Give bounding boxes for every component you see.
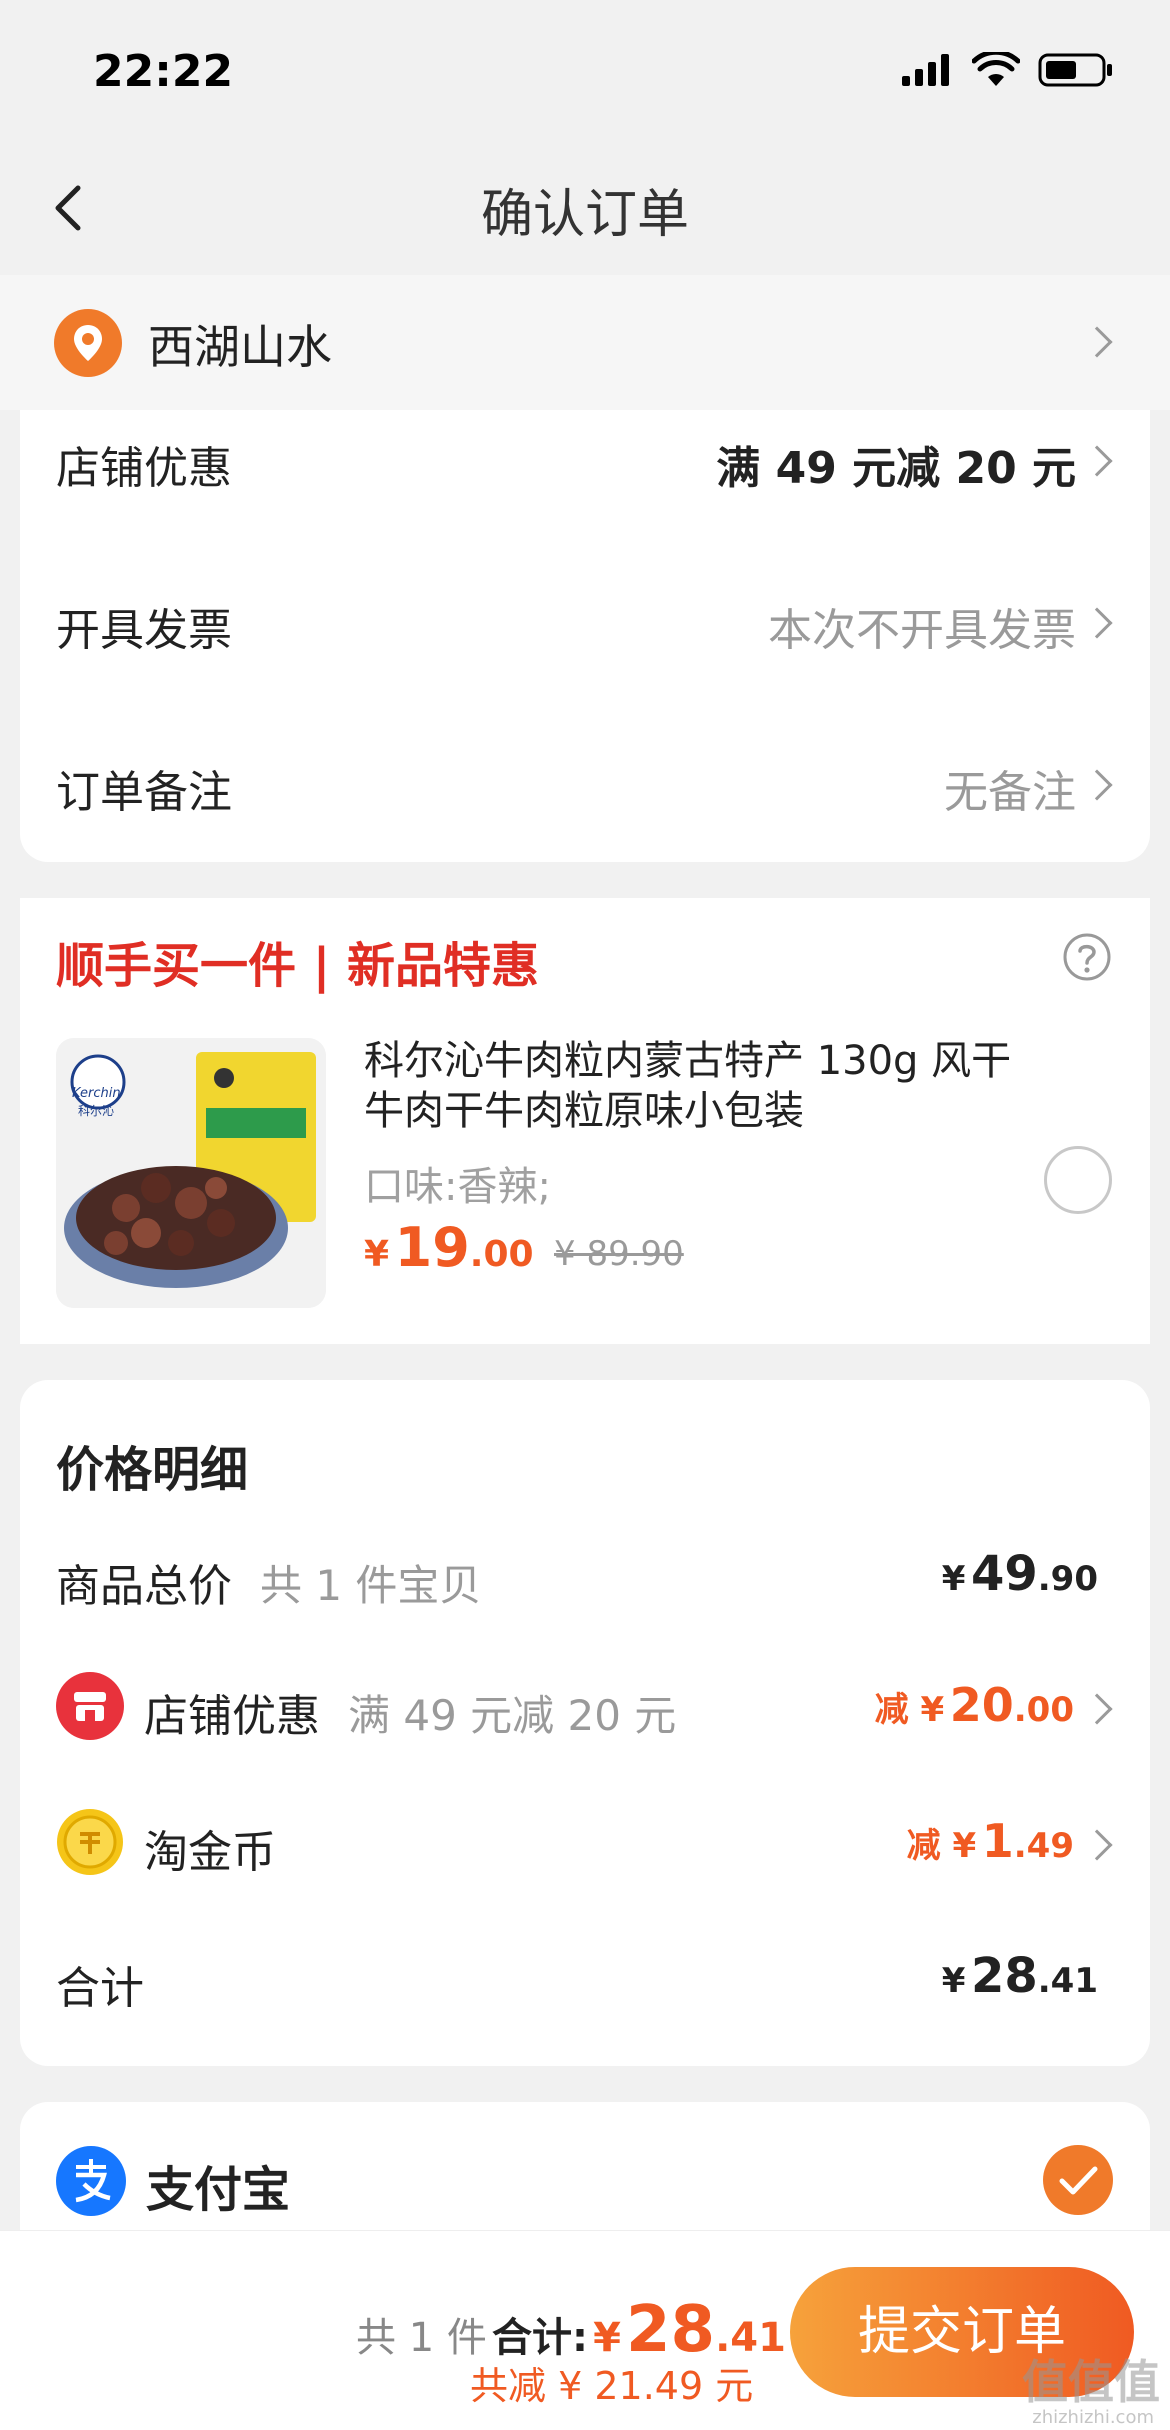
chevron-right-icon xyxy=(1081,445,1113,477)
total-row: 合计 ¥ 28.41 xyxy=(20,1948,1150,2052)
product-brand-cn: 科尔沁 xyxy=(78,1104,115,1118)
watermark-site: zhizhizhi.com xyxy=(1032,2407,1154,2428)
total-integer: 28 xyxy=(970,1948,1038,2004)
product-brand-logo: Kerchin xyxy=(72,1086,121,1101)
shop-discount-label: 店铺优惠 xyxy=(56,443,232,494)
bottom-saved: 共减 ¥ 21.49 元 xyxy=(470,2364,754,2408)
goods-integer: 49 xyxy=(970,1546,1038,1602)
goods-total-label: 商品总价 xyxy=(56,1561,232,1612)
wifi-icon xyxy=(972,52,1020,86)
goods-count: 共 1 件宝贝 xyxy=(260,1561,482,1610)
product-spec: 口味:香辣; xyxy=(364,1164,551,1210)
total-currency: ¥ xyxy=(941,1961,966,2001)
bottom-bar: 共 1 件 合计: ¥ 28.41 共减 ¥ 21.49 元 提交订单 值值值 … xyxy=(0,2230,1170,2430)
shop-discount-value: 满 49 元减 20 元 xyxy=(716,443,1076,494)
address-selector[interactable]: 西湖山水 xyxy=(0,275,1170,410)
bottom-count: 共 1 件 xyxy=(356,2315,487,2361)
taojinbi-prefix: 减 ¥ xyxy=(906,1826,977,1866)
invoice-value: 本次不开具发票 xyxy=(768,605,1076,656)
price-detail-card: 价格明细 商品总价 共 1 件宝贝 ¥ 49.90 店铺优惠 满 49 元减 2… xyxy=(20,1380,1150,2066)
shop-icon xyxy=(56,1672,124,1740)
page-title: 确认订单 xyxy=(480,185,689,245)
total-label: 合计 xyxy=(56,1963,144,2014)
address-text: 西湖山水 xyxy=(148,320,332,374)
help-icon[interactable] xyxy=(1062,932,1112,982)
shop-discount-row[interactable]: 店铺优惠 满 49 元减 20 元 xyxy=(20,410,1150,550)
alipay-icon xyxy=(56,2146,126,2216)
goods-total-amount: ¥ 49.90 xyxy=(942,1546,1098,1602)
order-note-row[interactable]: 订单备注 无备注 xyxy=(20,710,1150,862)
price-integer: 19 xyxy=(394,1216,470,1279)
taojinbi-integer: 1 xyxy=(981,1814,1014,1868)
product-old-price: ¥ 89.90 xyxy=(554,1234,684,1274)
nav-bar: 确认订单 xyxy=(0,150,1170,270)
price-detail-title: 价格明细 xyxy=(56,1442,249,1498)
addon-card: 顺手买一件 | 新品特惠 Kerchin 科尔沁 科尔沁牛肉粒内蒙古特产 130… xyxy=(20,898,1150,1344)
shop-discount-decimal: .00 xyxy=(1013,1690,1074,1730)
status-time: 22:22 xyxy=(93,46,234,97)
chevron-right-icon xyxy=(1081,326,1113,358)
total-amount: ¥ 28.41 xyxy=(942,1948,1098,2004)
gold-coin-icon xyxy=(57,1809,123,1875)
chevron-right-icon xyxy=(1081,1829,1113,1861)
alipay-label: 支付宝 xyxy=(146,2162,291,2218)
chevron-right-icon xyxy=(1081,607,1113,639)
status-icons xyxy=(902,52,1114,88)
product-title[interactable]: 科尔沁牛肉粒内蒙古特产 130g 风干牛肉干牛肉粒原味小包装 xyxy=(364,1036,1024,1136)
invoice-label: 开具发票 xyxy=(56,605,232,656)
shop-discount-amount: 减 ¥ 20.00 xyxy=(875,1678,1074,1732)
goods-total-row: 商品总价 共 1 件宝贝 ¥ 49.90 xyxy=(20,1546,1150,1650)
chevron-right-icon xyxy=(1081,769,1113,801)
status-bar: 22:22 xyxy=(0,0,1170,150)
addon-select-radio[interactable] xyxy=(1044,1146,1112,1214)
shop-discount-detail-sub: 满 49 元减 20 元 xyxy=(348,1691,677,1740)
shop-discount-integer: 20 xyxy=(949,1678,1014,1732)
order-note-value: 无备注 xyxy=(944,767,1076,818)
shop-discount-detail-row[interactable]: 店铺优惠 满 49 元减 20 元 减 ¥ 20.00 xyxy=(20,1672,1150,1780)
taojinbi-amount: 减 ¥ 1.49 xyxy=(907,1814,1074,1868)
taojinbi-label: 淘金币 xyxy=(144,1827,276,1878)
chevron-right-icon xyxy=(1081,1693,1113,1725)
goods-currency: ¥ xyxy=(941,1559,966,1599)
checkmark-icon[interactable] xyxy=(1042,2144,1114,2216)
watermark-logo: 值值值 xyxy=(1022,2355,1160,2409)
total-decimal: .41 xyxy=(1037,1961,1098,2001)
goods-decimal: .90 xyxy=(1037,1559,1098,1599)
taojinbi-decimal: .49 xyxy=(1013,1826,1074,1866)
price-currency: ¥ xyxy=(364,1234,390,1275)
price-decimal: .00 xyxy=(469,1234,534,1275)
product-photo xyxy=(56,1038,326,1308)
shop-discount-prefix: 减 ¥ xyxy=(874,1690,945,1730)
shop-discount-detail-label: 店铺优惠 xyxy=(144,1691,320,1742)
order-options-card: 店铺优惠 满 49 元减 20 元 开具发票 本次不开具发票 订单备注 无备注 xyxy=(20,410,1150,862)
battery-icon xyxy=(1038,53,1112,87)
taojinbi-row[interactable]: 淘金币 减 ¥ 1.49 xyxy=(20,1809,1150,1916)
signal-icon xyxy=(902,54,949,86)
order-note-label: 订单备注 xyxy=(56,767,232,818)
product-price: ¥ 19.00 xyxy=(364,1216,534,1279)
product-image[interactable]: Kerchin 科尔沁 xyxy=(56,1038,326,1308)
addon-title: 顺手买一件 | 新品特惠 xyxy=(56,938,539,994)
location-pin-icon xyxy=(54,309,122,377)
invoice-row[interactable]: 开具发票 本次不开具发票 xyxy=(20,550,1150,710)
